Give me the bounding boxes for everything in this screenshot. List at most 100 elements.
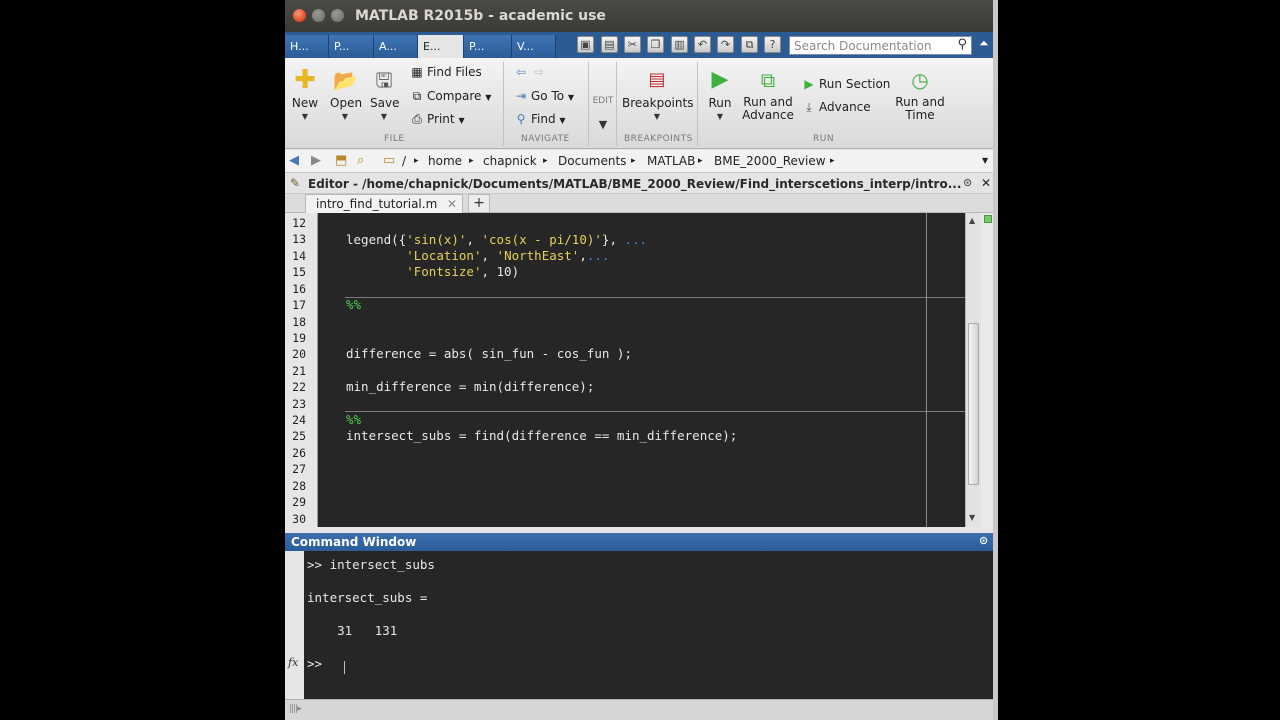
breadcrumb-root[interactable]: / [402,154,406,168]
cell-divider [345,411,965,412]
line-number: 22 [292,380,306,394]
breadcrumb-chapnick[interactable]: chapnick [483,154,537,168]
goto-label: Go To [531,89,565,103]
chevron-down-icon: ▼ [653,112,661,121]
goto-button[interactable]: ⇥ Go To ▼ [513,89,574,103]
breadcrumb-matlab[interactable]: MATLAB [647,154,695,168]
editor-path: Editor - /home/chapnick/Documents/MATLAB… [308,177,962,191]
forward-arrow-icon[interactable]: ▶ [311,153,321,168]
undo-icon[interactable]: ↶ [694,36,711,53]
command-prompt[interactable]: >> [307,656,322,671]
document-tab[interactable]: intro_find_tutorial.m ✕ [305,194,463,213]
divider [616,62,617,146]
document-tabs: intro_find_tutorial.m ✕ + [285,194,995,213]
new-icon: ✚ [294,65,316,95]
cell-marker: %% [346,297,362,312]
search-placeholder: Search Documentation [794,39,932,53]
run-section-button[interactable]: ▶ Run Section [801,77,890,91]
edit-label: EDIT [592,96,614,106]
folder-icon: 📂 [333,68,358,92]
close-editor-icon[interactable]: ✕ [981,176,991,190]
code-editor[interactable]: 12 13 14 15 16 17 18 19 20 21 22 23 24 2… [285,213,995,527]
search-icon[interactable]: ⚲ [957,37,967,52]
command-window-actions-icon[interactable]: ⊙ [979,534,988,547]
print-button[interactable]: ⎙ Print ▼ [409,112,465,127]
run-button[interactable]: ▶ Run ▼ [704,68,736,122]
navigate-section-label: NAVIGATE [521,134,570,144]
paste-icon[interactable]: ▥ [671,36,688,53]
line-number: 17 [292,298,306,312]
scrollbar-thumb[interactable] [968,323,979,485]
new-tab-button[interactable]: + [468,194,490,213]
chevron-down-icon: ▼ [380,112,388,121]
code-string: 'NorthEast' [496,248,580,263]
close-window-button[interactable] [293,9,306,22]
open-button[interactable]: 📂 Open ▼ [330,68,362,121]
help-icon[interactable]: ? [764,36,781,53]
edit-section-button[interactable]: EDIT ▼ [590,96,616,131]
breadcrumb-home[interactable]: home [428,154,462,168]
editor-actions-icon[interactable]: ⊙ [963,176,972,189]
new-button[interactable]: ✚ New ▼ [291,65,319,121]
save-icon[interactable]: ▤ [601,36,618,53]
chevron-down-icon: ▼ [301,112,309,121]
tab-publish[interactable]: P... [464,35,512,58]
back-forward-buttons[interactable]: ⇦ ⇨ [513,65,549,79]
tab-editor[interactable]: E... [418,35,464,58]
tab-apps[interactable]: A... [374,35,418,58]
line-number: 13 [292,232,306,246]
line-number: 27 [292,462,306,476]
run-section-label: Run Section [819,77,891,91]
run-label: Run [708,96,732,110]
tab-view[interactable]: V... [512,35,556,58]
run-and-advance-icon: ⧉ [760,68,776,92]
advance-button[interactable]: ⤓ Advance [801,100,870,115]
code-string: 'Fontsize' [406,264,482,279]
code-analyzer-status-icon[interactable] [984,215,992,223]
tab-home[interactable]: H... [285,35,329,58]
cut-icon[interactable]: ✂ [624,36,641,53]
find-files-button[interactable]: ▦ Find Files [409,65,481,79]
browse-folder-icon[interactable]: ⌕ [357,153,364,168]
maximize-window-button[interactable] [331,9,344,22]
forward-arrow-icon[interactable]: ⇨ [531,65,547,79]
scroll-down-icon[interactable]: ▼ [969,513,975,522]
file-section-label: FILE [384,134,405,144]
save-button[interactable]: 🖫 Save ▼ [370,68,399,121]
breadcrumb-separator-icon: ▸ [469,156,474,166]
breadcrumb-documents[interactable]: Documents [558,154,626,168]
compare-button[interactable]: ⧉ Compare ▼ [409,89,492,104]
redo-icon[interactable]: ↷ [717,36,734,53]
chevron-down-icon: ▼ [598,118,608,131]
line-number: 28 [292,479,306,493]
find-files-icon: ▦ [411,65,423,79]
code-text: , [466,232,482,247]
scroll-up-icon[interactable]: ▲ [969,216,975,225]
breakpoints-button[interactable]: ▤ Breakpoints ▼ [622,68,693,121]
editor-scrollbar[interactable]: ▲ ▼ [965,213,981,527]
advance-icon: ⤓ [806,100,812,114]
command-window[interactable]: fx >> intersect_subs intersect_subs = 31… [285,551,995,699]
line-number: 26 [292,446,306,460]
copy-icon[interactable]: ❐ [647,36,664,53]
tab-plots[interactable]: P... [329,35,374,58]
up-folder-icon[interactable]: ⬒ [335,153,347,168]
run-and-time-button[interactable]: ◷ Run and Time [893,68,947,122]
search-documentation-input[interactable]: Search Documentation ⚲ [789,36,972,55]
close-tab-icon[interactable]: ✕ [447,197,457,211]
run-section-icon: ▶ [804,77,814,91]
chevron-down-icon: ▼ [458,116,465,125]
line-number: 30 [292,512,306,526]
chevron-down-icon[interactable]: ▼ [982,156,988,165]
back-arrow-icon[interactable]: ◀ [289,153,299,168]
divider [588,62,589,146]
editor-icon: ✎ [290,176,301,190]
back-arrow-icon[interactable]: ⇦ [513,65,529,79]
switch-windows-icon[interactable]: ⧉ [741,36,758,53]
find-button[interactable]: ⚲ Find ▼ [513,112,566,126]
breadcrumb-bme-2000-review[interactable]: BME_2000_Review [714,154,826,168]
minimize-window-button[interactable] [312,9,325,22]
run-and-advance-button[interactable]: ⧉ Run and Advance [741,68,795,122]
function-browser-icon[interactable]: fx [288,656,298,669]
toolstrip-layout-icon[interactable]: ▣ [577,36,594,53]
